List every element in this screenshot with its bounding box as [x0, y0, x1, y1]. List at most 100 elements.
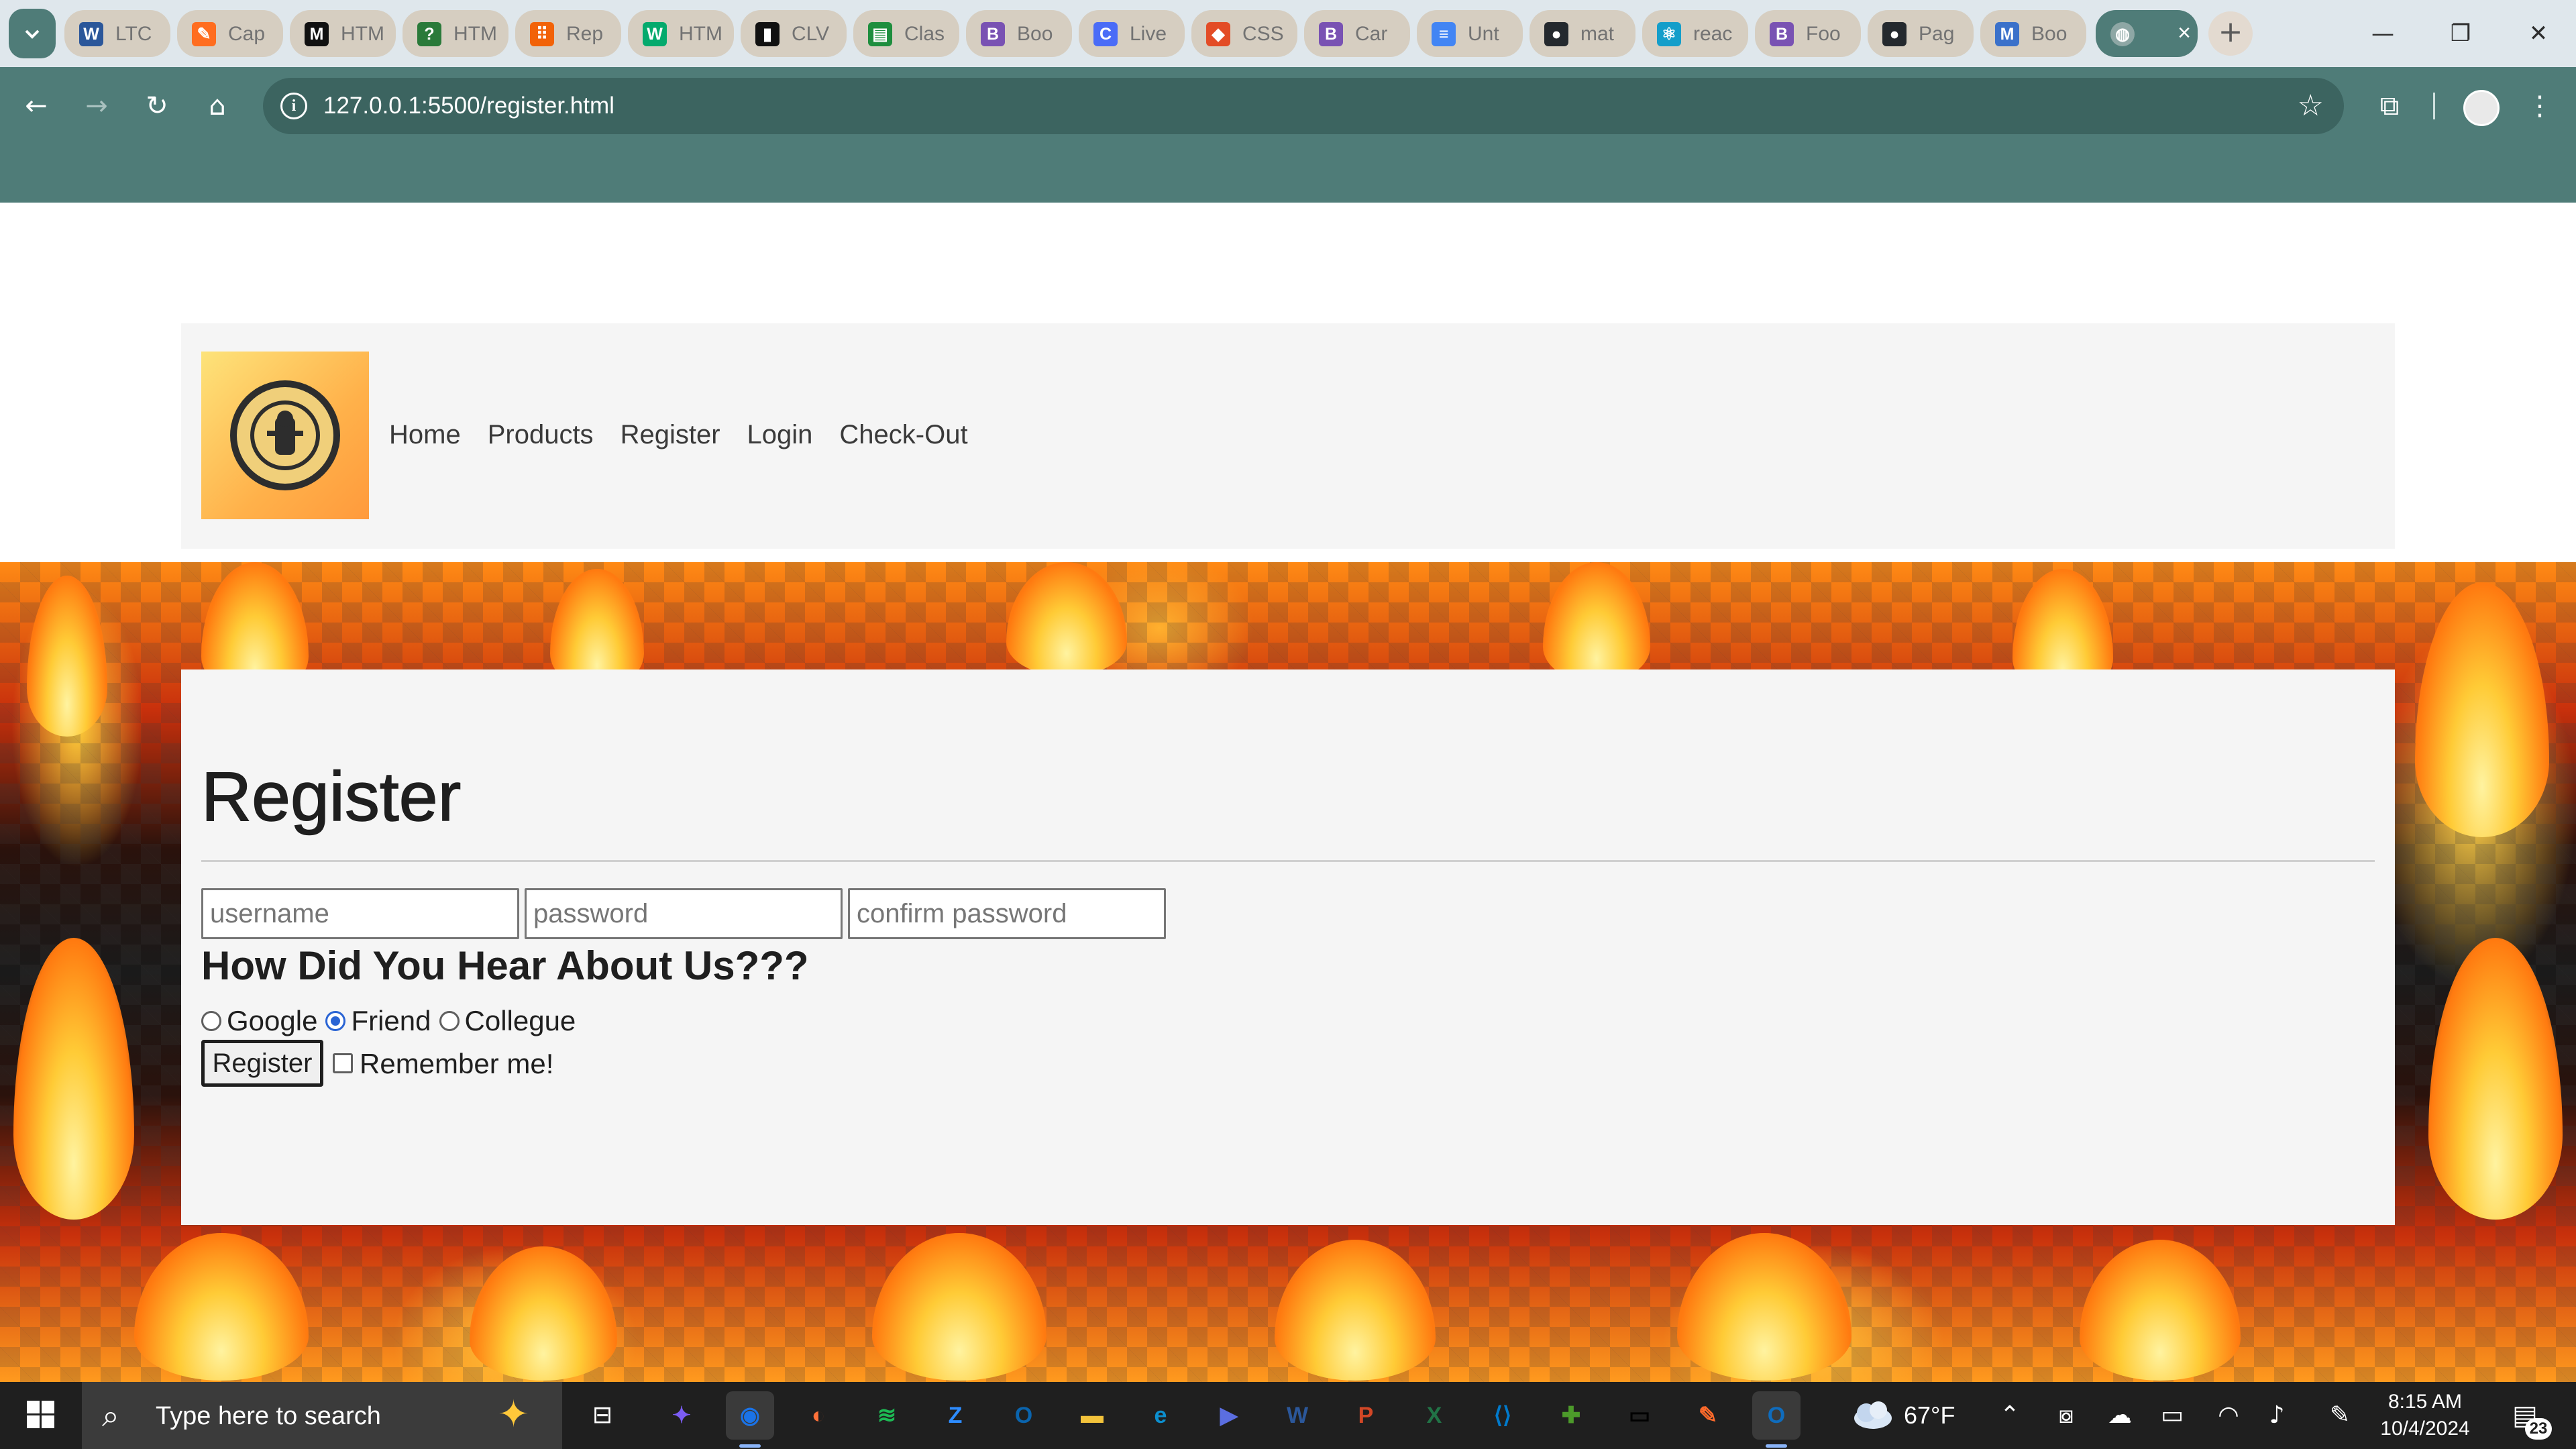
- browser-tab[interactable]: ≡ Unt: [1417, 10, 1523, 57]
- browser-tab[interactable]: ⠿ Rep: [515, 10, 621, 57]
- nav-link-check-out[interactable]: Check-Out: [839, 415, 967, 455]
- word-glyph: W: [1286, 1403, 1309, 1428]
- word-icon: W: [79, 22, 103, 46]
- browser-tab-title: HTM: [341, 23, 384, 45]
- browser-tab-title: Clas: [904, 23, 945, 45]
- back-button[interactable]: ←: [16, 86, 56, 126]
- volume-icon[interactable]: ♪: [2258, 1397, 2296, 1434]
- radio-google[interactable]: [201, 1011, 221, 1031]
- browser-tab-title: CLV: [792, 23, 830, 45]
- onedrive-icon[interactable]: ☁: [2101, 1397, 2139, 1434]
- docs-icon: ≡: [1432, 22, 1456, 46]
- address-url[interactable]: 127.0.0.1:5500/register.html: [323, 91, 614, 121]
- browser-tab[interactable]: ● Pag: [1868, 10, 1974, 57]
- address-bar[interactable]: i 127.0.0.1:5500/register.html ☆: [263, 78, 2344, 134]
- site-logo[interactable]: [201, 352, 369, 519]
- browser-tab[interactable]: M Boo: [1980, 10, 2086, 57]
- bookmark-star-icon[interactable]: ☆: [2298, 89, 2324, 123]
- taskbar-search-box[interactable]: ⌕ Type here to search ✦: [82, 1382, 562, 1449]
- username-input[interactable]: [201, 888, 519, 939]
- nav-link-home[interactable]: Home: [389, 415, 461, 455]
- nav-link-register[interactable]: Register: [621, 415, 720, 455]
- browser-tab[interactable]: B Car: [1304, 10, 1410, 57]
- outlook-icon[interactable]: O: [1000, 1391, 1048, 1440]
- browser-tab-title: mat: [1580, 23, 1615, 45]
- new-tab-button[interactable]: +: [2208, 11, 2253, 56]
- excel-icon[interactable]: X: [1410, 1391, 1458, 1440]
- media-player-icon[interactable]: ▶: [1205, 1391, 1253, 1440]
- battery-icon[interactable]: ▭: [2153, 1397, 2191, 1434]
- register-button[interactable]: Register: [201, 1040, 323, 1087]
- clv-icon: ▮: [755, 22, 780, 46]
- browser-tab[interactable]: ● mat: [1529, 10, 1635, 57]
- radio-friend[interactable]: [325, 1011, 346, 1031]
- taskbar: ⌕ Type here to search ✦ ⊟ ✦ ◉ ◐ ≋ Z O ▬ e ▶ W P X ⟨⟩…: [0, 1382, 2576, 1449]
- file-explorer-icon[interactable]: ▬: [1068, 1391, 1116, 1440]
- remember-me-checkbox[interactable]: [333, 1053, 353, 1073]
- vscode-glyph: ⟨⟩: [1493, 1403, 1512, 1428]
- site-info-icon[interactable]: i: [280, 93, 307, 119]
- wifi-icon[interactable]: ◠: [2210, 1397, 2247, 1434]
- chevron-up-icon[interactable]: ⌃: [1991, 1397, 2029, 1434]
- extensions-icon[interactable]: ⧉: [2369, 86, 2410, 126]
- file-explorer-glyph: ▬: [1081, 1403, 1104, 1428]
- close-icon[interactable]: ×: [2171, 19, 2198, 46]
- radio-collegue[interactable]: [439, 1011, 460, 1031]
- browser-tab[interactable]: ⚛ reac: [1642, 10, 1748, 57]
- confirm-password-input[interactable]: [848, 888, 1166, 939]
- chrome-icon[interactable]: ◉: [726, 1391, 774, 1448]
- browser-tab[interactable]: ? HTM: [402, 10, 508, 57]
- minimize-button[interactable]: —: [2363, 13, 2403, 54]
- title-divider: [201, 860, 2375, 862]
- nav-link-products[interactable]: Products: [488, 415, 594, 455]
- outlook-glyph: O: [1767, 1403, 1786, 1428]
- meet-now-icon[interactable]: ⧇: [2047, 1397, 2085, 1434]
- browser-tab[interactable]: C Live: [1079, 10, 1185, 57]
- sparkle-icon: ✦: [498, 1393, 529, 1436]
- weather-temperature[interactable]: 67°F: [1904, 1398, 1955, 1433]
- excel-glyph: X: [1426, 1403, 1442, 1428]
- browser-tab[interactable]: M HTM: [290, 10, 396, 57]
- pen-menu-icon[interactable]: ✎: [2321, 1397, 2359, 1434]
- motorcycle-badge-icon: [230, 380, 340, 490]
- password-input[interactable]: [525, 888, 843, 939]
- outlook-icon[interactable]: O: [1752, 1391, 1801, 1448]
- spotify-glyph: ≋: [877, 1403, 897, 1428]
- task-view-icon[interactable]: ⊟: [584, 1397, 621, 1434]
- terminal-icon[interactable]: ▭: [1615, 1391, 1664, 1440]
- window-close-button[interactable]: ✕: [2518, 13, 2559, 54]
- toolbar-divider: [2433, 93, 2435, 119]
- browser-tab[interactable]: B Boo: [966, 10, 1072, 57]
- pen-app-icon[interactable]: ✎: [1684, 1391, 1732, 1440]
- copilot-icon[interactable]: ✦: [657, 1391, 706, 1440]
- browser-tab-title: reac: [1693, 23, 1733, 45]
- browser-tab[interactable]: B Foo: [1755, 10, 1861, 57]
- home-button[interactable]: ⌂: [197, 86, 237, 126]
- firefox-icon[interactable]: ◐: [794, 1391, 843, 1440]
- restore-button[interactable]: ❐: [2440, 13, 2481, 54]
- reload-button[interactable]: ↻: [137, 86, 177, 126]
- windows-start-icon[interactable]: [13, 1397, 67, 1434]
- browser-tab[interactable]: ▤ Clas: [853, 10, 959, 57]
- nav-link-login[interactable]: Login: [747, 415, 813, 455]
- browser-tab[interactable]: ✎ Cap: [177, 10, 283, 57]
- system-clock[interactable]: 8:15 AM 10/4/2024: [2375, 1389, 2475, 1442]
- spotify-icon[interactable]: ≋: [863, 1391, 911, 1440]
- forward-button[interactable]: →: [76, 86, 117, 126]
- edge-icon[interactable]: e: [1136, 1391, 1185, 1440]
- browser-tab[interactable]: ▮ CLV: [741, 10, 847, 57]
- profile-avatar[interactable]: [2463, 90, 2500, 126]
- browser-tab[interactable]: W HTM: [628, 10, 734, 57]
- browser-tab[interactable]: ◆ CSS: [1191, 10, 1297, 57]
- zoom-icon[interactable]: Z: [931, 1391, 979, 1440]
- radio-label-friend: Friend: [351, 1005, 431, 1036]
- powerpoint-icon[interactable]: P: [1342, 1391, 1390, 1440]
- cloud-weather-icon[interactable]: [1849, 1398, 1894, 1430]
- vscode-icon[interactable]: ⟨⟩: [1479, 1391, 1527, 1440]
- tab-search-button[interactable]: [9, 9, 56, 58]
- menu-icon[interactable]: ⋮: [2520, 86, 2560, 126]
- git-icon[interactable]: ✚: [1547, 1391, 1595, 1440]
- word-icon[interactable]: W: [1273, 1391, 1322, 1440]
- browser-tab[interactable]: W LTC: [64, 10, 170, 57]
- tab-active[interactable]: ◍ ×: [2096, 10, 2198, 57]
